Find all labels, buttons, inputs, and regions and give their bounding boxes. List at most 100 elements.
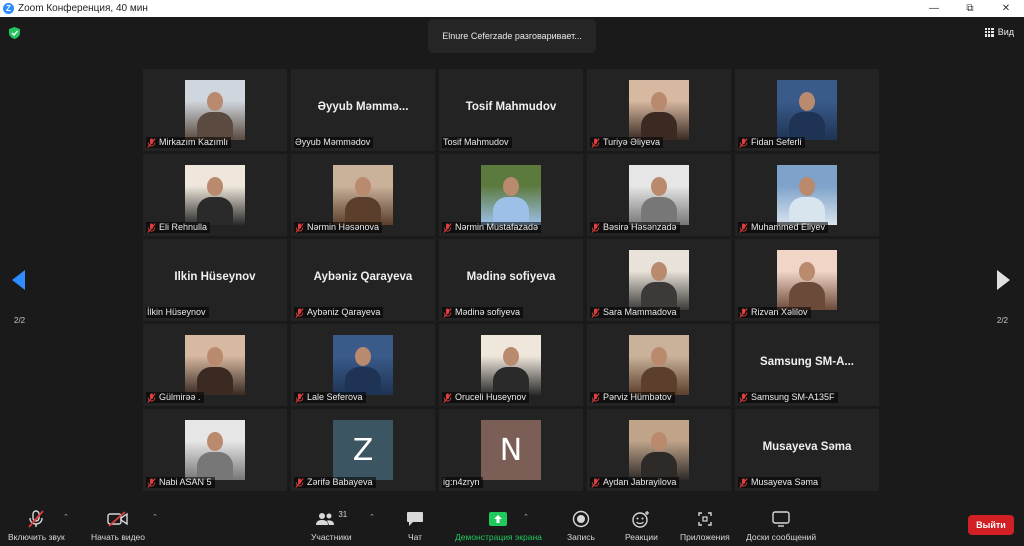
participants-options-caret-icon[interactable]: ⌃ [369, 513, 375, 521]
participant-tile[interactable]: Pərviz Hümbətov [587, 324, 731, 406]
participant-tile[interactable]: Musayeva Səma Musayeva Səma [735, 409, 879, 491]
person-silhouette [799, 92, 815, 111]
next-page-arrow-icon[interactable] [996, 270, 1010, 290]
person-silhouette [503, 347, 519, 366]
participants-button[interactable]: 31 Участники [311, 508, 352, 543]
start-video-button[interactable]: Начать видео [91, 508, 145, 542]
participant-tile[interactable]: Mirkazım Kazımlı [143, 69, 287, 151]
participant-video-thumbnail [185, 420, 245, 480]
window-controls: — ⧉ ✕ [916, 0, 1024, 17]
participant-tile[interactable]: İlkin Hüseynov İlkin Hüseynov [143, 239, 287, 321]
record-button[interactable]: Запись [567, 508, 595, 542]
security-shield-icon[interactable] [9, 27, 20, 39]
person-silhouette [355, 177, 371, 196]
person-silhouette [651, 92, 667, 111]
participant-name-label: Tosif Mahmudov [442, 137, 512, 148]
view-label: Вид [997, 27, 1014, 37]
participant-name-text: Pərviz Hümbətov [603, 392, 672, 402]
participant-name-label: Mirkazım Kazımlı [146, 137, 232, 148]
participant-tile[interactable]: Fidan Seferli [735, 69, 879, 151]
participant-tile[interactable]: Nig:n4zryn [439, 409, 583, 491]
start-video-label: Начать видео [91, 532, 146, 542]
person-body [641, 452, 677, 480]
participant-name-label: Aybəniz Qarayeva [294, 307, 384, 318]
participant-video-thumbnail [185, 80, 245, 140]
person-silhouette [207, 432, 223, 451]
unmute-button[interactable]: Включить звук [8, 508, 65, 542]
person-body [641, 282, 677, 310]
muted-mic-icon [443, 392, 452, 403]
participant-tile[interactable]: Sara Mammadova [587, 239, 731, 321]
chat-button[interactable]: Чат [406, 508, 424, 542]
participant-tile[interactable]: Oruceli Huseynov [439, 324, 583, 406]
page-indicator-left: 2/2 [14, 316, 26, 325]
participant-name-label: Zərifə Babayeva [294, 477, 376, 488]
participant-video-thumbnail [629, 420, 689, 480]
person-body [197, 197, 233, 225]
participant-tile[interactable]: Aybəniz Qarayeva Aybəniz Qarayeva [291, 239, 435, 321]
meeting-stage: Elnure Ceferzade разговаривает... Вид 2/… [0, 17, 1024, 506]
participant-tile[interactable]: Aydan Jabrayilova [587, 409, 731, 491]
participant-tile[interactable]: Nabi ASAN 5 [143, 409, 287, 491]
video-off-icon [107, 511, 128, 527]
whiteboard-icon [772, 511, 790, 527]
participant-display-name: Tosif Mahmudov [465, 101, 557, 113]
participant-display-name: Aybəniz Qarayeva [313, 271, 413, 283]
minimize-button[interactable]: — [916, 0, 952, 17]
person-silhouette [799, 262, 815, 281]
muted-mic-icon [591, 307, 600, 318]
audio-options-caret-icon[interactable]: ⌃ [63, 513, 69, 521]
participant-tile[interactable]: Əyyub Məmmə... Əyyub Məmmədov [291, 69, 435, 151]
participant-name-text: Fidan Seferli [751, 137, 802, 147]
muted-mic-icon [295, 392, 304, 403]
participant-tile[interactable]: Tosif Mahmudov Tosif Mahmudov [439, 69, 583, 151]
view-button[interactable]: Вид [984, 27, 1014, 37]
participant-name-label: Pərviz Hümbətov [590, 392, 675, 403]
active-speaker-toast: Elnure Ceferzade разговаривает... [428, 19, 596, 53]
reactions-button[interactable]: Реакции [625, 508, 658, 542]
window-title: Zoom Конференция, 40 мин [18, 3, 148, 14]
participant-video-thumbnail [629, 335, 689, 395]
person-silhouette [207, 177, 223, 196]
person-body [197, 367, 233, 395]
person-body [789, 112, 825, 140]
apps-button[interactable]: Приложения [680, 508, 730, 542]
whiteboards-button[interactable]: Доски сообщений [746, 508, 816, 542]
muted-mic-icon [591, 392, 600, 403]
participant-tile[interactable]: Eli Rehnulla [143, 154, 287, 236]
participant-tile[interactable]: Muhammed Eliyev [735, 154, 879, 236]
close-button[interactable]: ✕ [988, 0, 1024, 17]
apps-icon [698, 512, 712, 526]
participant-name-text: Musayeva Səma [751, 477, 819, 487]
participant-tile[interactable]: Bəsirə Həsənzadə [587, 154, 731, 236]
person-silhouette [651, 432, 667, 451]
previous-page-arrow-icon[interactable] [12, 270, 26, 290]
participant-tile[interactable]: Gülmirəə . [143, 324, 287, 406]
participant-tile[interactable]: Z Zərifə Babayeva [291, 409, 435, 491]
participant-name-text: Aybəniz Qarayeva [307, 307, 381, 317]
window-titlebar: Z Zoom Конференция, 40 мин — ⧉ ✕ [0, 0, 1024, 17]
participant-tile[interactable]: Lale Seferova [291, 324, 435, 406]
participant-video-thumbnail [777, 80, 837, 140]
participant-name-label: Mədinə sofiyeva [442, 307, 524, 318]
participant-display-name: Mədinə sofiyeva [466, 271, 556, 283]
person-silhouette [207, 347, 223, 366]
share-options-caret-icon[interactable]: ⌃ [523, 513, 529, 521]
participant-name-text: Əyyub Məmmədov [295, 137, 371, 147]
leave-button[interactable]: Выйти [968, 515, 1014, 535]
person-body [641, 367, 677, 395]
participant-tile[interactable]: Rizvan Xəlilov [735, 239, 879, 321]
zoom-logo-icon: Z [3, 3, 14, 14]
participant-tile[interactable]: Mədinə sofiyeva Mədinə sofiyeva [439, 239, 583, 321]
participant-tile[interactable]: Samsung SM-A... Samsung SM-A135F [735, 324, 879, 406]
participant-tile[interactable]: Turiyə Əliyeva [587, 69, 731, 151]
muted-mic-icon [739, 137, 748, 148]
unmute-label: Включить звук [8, 532, 65, 542]
participant-tile[interactable]: Nərmin Həsənova [291, 154, 435, 236]
restore-button[interactable]: ⧉ [952, 0, 988, 17]
video-options-caret-icon[interactable]: ⌃ [152, 513, 158, 521]
participant-gallery: Mirkazım Kazımlı Əyyub Məmmə... Əyyub Məmm… [143, 69, 881, 491]
participant-name-label: ig:n4zryn [442, 477, 483, 488]
person-body [197, 452, 233, 480]
participant-tile[interactable]: Nərmin Mustafazadə [439, 154, 583, 236]
